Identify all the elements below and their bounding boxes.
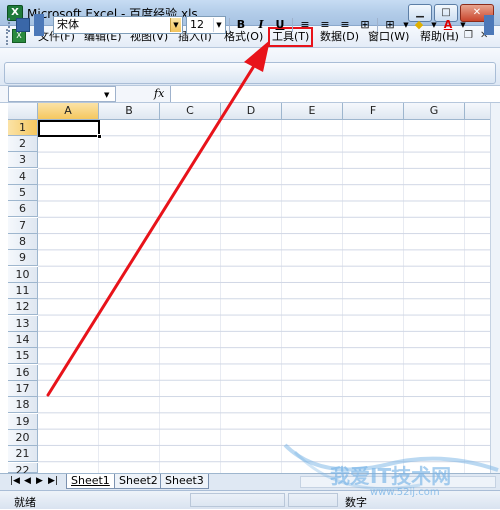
column-header[interactable]: F: [343, 103, 404, 120]
watermark-text: 我爱IT技术网: [330, 464, 452, 488]
name-box[interactable]: [8, 86, 116, 102]
toolbar-options-icon[interactable]: [484, 15, 494, 35]
row-header[interactable]: 8: [8, 234, 38, 250]
chevron-down-icon[interactable]: ▼: [213, 18, 224, 32]
toolbar-strip: [4, 62, 496, 84]
sheet-tab-sheet1[interactable]: Sheet1: [66, 474, 115, 489]
underline-button[interactable]: U: [272, 17, 288, 33]
status-num-lock: 数字: [345, 496, 367, 509]
sheet-tab-sheet2[interactable]: Sheet2: [114, 474, 163, 489]
align-right-icon[interactable]: ≡: [337, 17, 353, 33]
formatting-toolbar: [0, 48, 500, 86]
column-header[interactable]: B: [99, 103, 160, 120]
toolbar-separator: [292, 18, 293, 32]
worksheet-grid[interactable]: A B C D E F G 1 2 3 4 5 6 7 8 9 10 11 12…: [0, 103, 490, 473]
active-cell-a1[interactable]: [38, 120, 100, 137]
align-left-icon[interactable]: ≡: [297, 17, 313, 33]
row-header[interactable]: 9: [8, 250, 38, 266]
row-header[interactable]: 22: [8, 463, 38, 473]
row-header[interactable]: 20: [8, 430, 38, 446]
save-icon[interactable]: [16, 18, 30, 32]
row-header[interactable]: 15: [8, 348, 38, 364]
select-all-corner[interactable]: [8, 103, 38, 120]
column-header[interactable]: [465, 103, 490, 120]
sheet-tab-sheet3[interactable]: Sheet3: [160, 474, 209, 489]
row-header[interactable]: 7: [8, 218, 38, 234]
font-size-combo[interactable]: 12 ▼: [186, 16, 226, 34]
row-header[interactable]: 6: [8, 201, 38, 217]
chevron-down-icon[interactable]: ▼: [455, 17, 471, 33]
toolbar-options-icon[interactable]: [34, 14, 44, 36]
font-size-value: 12: [190, 18, 204, 31]
row-header[interactable]: 5: [8, 185, 38, 201]
row-header[interactable]: 1: [8, 120, 38, 136]
formula-bar: ▼ fx: [0, 86, 500, 103]
column-header[interactable]: D: [221, 103, 282, 120]
row-header[interactable]: 11: [8, 283, 38, 299]
formula-input[interactable]: [170, 86, 500, 102]
font-name-value: 宋体: [57, 18, 79, 31]
toolbar-separator: [377, 18, 378, 32]
row-header[interactable]: 2: [8, 136, 38, 152]
cell-area[interactable]: [38, 120, 490, 473]
vertical-scrollbar[interactable]: [490, 103, 500, 473]
row-header[interactable]: 18: [8, 397, 38, 413]
row-header[interactable]: 4: [8, 169, 38, 185]
italic-button[interactable]: I: [253, 17, 269, 33]
first-sheet-button[interactable]: |◀: [10, 476, 20, 486]
watermark-url: www.52ij.com: [370, 487, 440, 498]
merge-center-icon[interactable]: ⊞: [357, 17, 373, 33]
chevron-down-icon[interactable]: ▼: [104, 91, 109, 99]
row-header[interactable]: 17: [8, 381, 38, 397]
prev-sheet-button[interactable]: ◀: [24, 476, 31, 486]
status-panel: [190, 493, 285, 507]
align-center-icon[interactable]: ≡: [317, 17, 333, 33]
insert-function-icon[interactable]: fx: [154, 87, 164, 100]
chevron-down-icon[interactable]: ▼: [170, 18, 181, 32]
row-header[interactable]: 21: [8, 446, 38, 462]
row-header[interactable]: 12: [8, 299, 38, 315]
next-sheet-button[interactable]: ▶: [36, 476, 43, 486]
toolbar-separator: [229, 18, 230, 32]
row-header[interactable]: 3: [8, 152, 38, 168]
column-header[interactable]: E: [282, 103, 343, 120]
status-panel: [288, 493, 338, 507]
column-header[interactable]: G: [404, 103, 465, 120]
fill-color-icon[interactable]: ◆: [411, 17, 427, 33]
column-header[interactable]: C: [160, 103, 221, 120]
bold-button[interactable]: B: [233, 17, 249, 33]
last-sheet-button[interactable]: ▶|: [48, 476, 58, 486]
row-header[interactable]: 13: [8, 316, 38, 332]
borders-icon[interactable]: ⊞: [382, 17, 398, 33]
row-header[interactable]: 19: [8, 414, 38, 430]
row-header[interactable]: 10: [8, 267, 38, 283]
font-name-combo[interactable]: 宋体 ▼: [53, 16, 183, 34]
row-header[interactable]: 16: [8, 365, 38, 381]
font-color-icon[interactable]: A: [440, 17, 456, 33]
column-header[interactable]: A: [38, 103, 99, 120]
toolbar-grip[interactable]: [8, 18, 11, 32]
fill-handle[interactable]: [97, 134, 102, 139]
status-ready: 就绪: [14, 496, 36, 509]
row-header[interactable]: 14: [8, 332, 38, 348]
